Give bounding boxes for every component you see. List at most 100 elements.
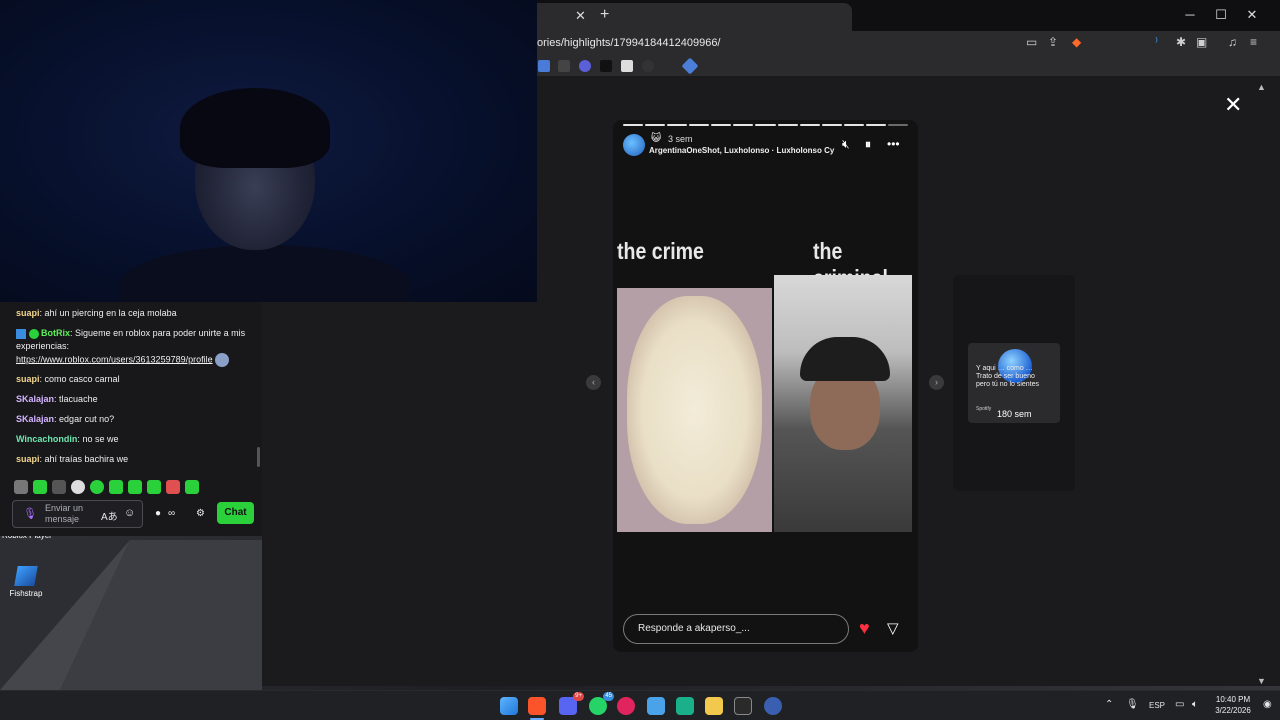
bookmark-icon[interactable] [600,60,612,72]
app-taskbar-icon[interactable] [676,697,694,715]
chat-username[interactable]: suapi [16,454,40,464]
chat-message: suapi: ahí traías bachira we [16,454,129,464]
emote-icon[interactable] [71,480,85,494]
chat-scrollbar[interactable] [257,447,260,467]
start-button[interactable] [500,697,518,715]
brave-taskbar-icon[interactable] [528,697,546,715]
emote-icon[interactable] [166,480,180,494]
chat-send-button[interactable]: Chat [217,502,254,524]
share-icon[interactable]: ⇪ [1048,35,1058,49]
extensions-icon[interactable]: ✱ [1176,35,1186,49]
pause-icon[interactable]: ⏸︎ [865,137,871,152]
emote-icon[interactable] [14,480,28,494]
reply-placeholder: Responde a akaperso_... [638,623,750,634]
preview-brand: Spotify [976,406,992,412]
media-player-taskbar-icon[interactable] [617,697,635,715]
language-indicator[interactable]: ESP [1149,701,1165,710]
previous-story-button[interactable]: ‹ [586,375,601,390]
volume-icon[interactable]: 🔈︎ [1192,699,1198,710]
brave-shield-icon[interactable]: ◆ [1072,35,1081,49]
app-taskbar-icon[interactable] [734,697,752,715]
cast-icon[interactable]: ▭ [1026,35,1037,49]
wallet-icon[interactable]: ▣ [1196,35,1207,49]
leo-icon[interactable]: ⁾ [1155,35,1158,49]
next-story-button[interactable]: › [929,375,944,390]
send-icon[interactable]: ▽ [887,619,899,637]
windows-taskbar: 9+ 45 ⌃ 🎙︎ ESP ▭ 🔈︎ 10:40 PM 3/22/2026 ◉ [0,690,1280,720]
preview-time: 180 sem [997,409,1032,419]
media-icon[interactable]: ♫ [1228,35,1237,49]
microphone-tray-icon[interactable]: 🎙︎ [1126,699,1139,710]
story-music-credit[interactable]: ArgentinaOneShot, Luxholonso · Luxholons… [649,146,839,155]
moderator-badge-icon [16,328,26,339]
next-story-preview[interactable]: Y aqui … como … Trato de ser bueno pero … [953,275,1075,491]
chat-username[interactable]: suapi [16,374,40,384]
close-window-button[interactable]: ✕ [1242,7,1262,23]
emote-icon[interactable] [147,480,161,494]
channel-points-icon[interactable]: ● [155,508,161,519]
system-clock[interactable]: 10:40 PM 3/22/2026 [1210,694,1256,716]
progress-segment [865,124,886,126]
chat-message: BotRix: Sigueme en roblox para poder uni… [16,327,246,367]
network-icon[interactable]: ▭ [1175,699,1184,710]
tab-close-icon[interactable]: ✕ [575,8,586,24]
whatsapp-taskbar-icon[interactable]: 45 [589,692,614,715]
bookmark-icon[interactable] [579,60,591,72]
chat-username[interactable]: Wincachondin [16,434,77,444]
mute-icon[interactable]: 🔇︎ [842,137,850,152]
scroll-up-icon[interactable]: ▲ [1257,82,1266,92]
new-tab-button[interactable]: + [600,6,609,24]
selfie-image [774,275,912,532]
like-heart-icon[interactable]: ♥ [859,618,870,639]
bookmark-icon[interactable] [663,60,675,72]
discord-taskbar-icon[interactable]: 9+ [559,692,584,715]
chat-username[interactable]: SKalajan [16,394,54,404]
scroll-down-icon[interactable]: ▼ [1257,676,1266,686]
chat-message: suapi: ahí un piercing en la ceja molaba [16,308,177,318]
menu-icon[interactable]: ≡ [1250,35,1257,49]
story-avatar[interactable] [623,134,645,156]
emote-icon[interactable] [90,480,104,494]
emote-icon [215,353,230,367]
url-text: ories/highlights/17994184412409966/ [537,37,721,49]
chat-settings-icon[interactable]: ⚙ [196,508,205,519]
translate-icon[interactable]: Aあ [101,508,118,523]
chat-username[interactable]: BotRix [41,328,70,338]
tab-instagram-story[interactable] [522,3,852,31]
settings-taskbar-icon[interactable] [764,697,782,715]
close-story-icon[interactable]: ✕ [1224,92,1242,118]
emote-icon[interactable] [109,480,123,494]
pie-crust-image [617,288,772,532]
page-scrollbar[interactable] [1265,78,1280,686]
chat-username[interactable]: SKalajan [16,414,54,424]
reply-input[interactable]: Responde a akaperso_... [623,614,849,644]
progress-segment [821,124,842,126]
bookmark-icon[interactable] [642,60,654,72]
bookmark-icon[interactable] [681,57,699,75]
maximize-button[interactable]: ☐ [1211,7,1231,23]
progress-segment [689,124,710,126]
bookmark-icon[interactable] [621,60,633,72]
microphone-icon[interactable]: 🎙︎ [23,507,37,520]
desktop-icon-label: Fishstrap [9,589,43,598]
more-options-icon[interactable]: ••• [887,137,900,151]
bookmark-icon[interactable] [538,60,550,72]
chat-message: SKalajan: tlacuache [16,394,98,404]
emote-icon[interactable] [185,480,199,494]
desktop-icon-fishstrap[interactable]: Fishstrap [6,566,46,598]
chat-link[interactable]: https://www.roblox.com/users/3613259789/… [16,354,213,364]
tray-overflow-icon[interactable]: ⌃ [1105,699,1113,710]
minimize-button[interactable]: ─ [1180,7,1200,22]
emote-icon[interactable] [52,480,66,494]
progress-segment [755,124,776,126]
emote-icon[interactable] [33,480,47,494]
chat-username[interactable]: suapi [16,308,40,318]
notepad-taskbar-icon[interactable] [647,697,665,715]
chat-placeholder: Enviar un mensaje [45,503,83,525]
notification-icon[interactable]: ◉ [1263,699,1272,710]
emote-picker-icon[interactable]: ☺ [124,507,135,519]
file-explorer-taskbar-icon[interactable] [705,697,723,715]
chat-input[interactable]: 🎙︎ Enviar un mensaje Aあ ☺ [12,500,143,528]
bookmark-icon[interactable] [558,60,570,72]
emote-icon[interactable] [128,480,142,494]
